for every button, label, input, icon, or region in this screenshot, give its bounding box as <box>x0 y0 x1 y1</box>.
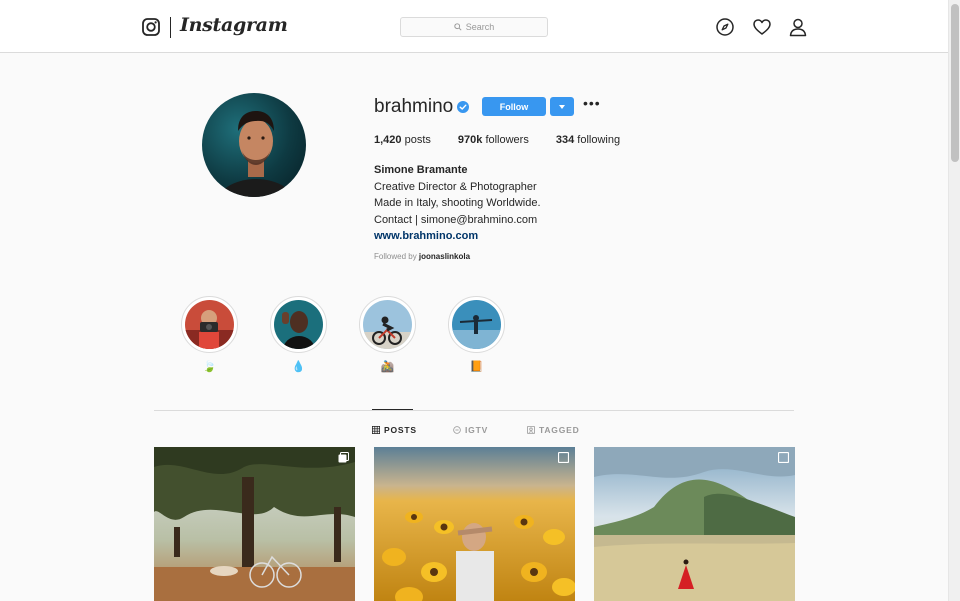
bio-line: Contact | simone@brahmino.com <box>374 213 538 226</box>
post-thumbnail[interactable] <box>594 447 795 601</box>
story-highlight[interactable]: 🚵 <box>359 296 416 373</box>
highlight-emoji: 🍃 <box>202 361 217 373</box>
search-placeholder: Search <box>465 22 495 32</box>
search-icon <box>454 23 462 31</box>
active-tab-indicator <box>372 409 413 410</box>
logo-divider <box>170 17 171 38</box>
highlight-ring <box>181 296 238 353</box>
followed-by-text[interactable]: Followed by joonaslinkola <box>374 252 470 261</box>
followers-label: followers <box>485 134 529 146</box>
chevron-down-icon <box>559 104 565 109</box>
highlight-cover-image <box>363 300 412 349</box>
scrollbar-thumb[interactable] <box>951 4 959 162</box>
more-options-icon[interactable]: ••• <box>583 96 600 111</box>
post-image <box>374 447 575 601</box>
highlight-ring <box>359 296 416 353</box>
user-icon[interactable] <box>788 17 808 37</box>
profile-full-name: Simone Bramante <box>374 164 468 176</box>
profile-website-link[interactable]: www.brahmino.com <box>374 228 541 245</box>
tab-posts[interactable]: POSTS <box>372 425 417 435</box>
grid-icon <box>372 426 380 434</box>
posts-value: 1,420 <box>374 134 402 146</box>
highlight-emoji: 📙 <box>469 361 484 373</box>
post-image <box>594 447 795 601</box>
post-thumbnail[interactable] <box>154 447 355 601</box>
highlight-cover-image <box>274 300 323 349</box>
multiple-photos-icon <box>558 452 569 463</box>
igtv-icon <box>453 426 461 434</box>
tabs-divider <box>154 410 794 411</box>
profile-username: brahmino <box>374 96 454 117</box>
tab-igtv[interactable]: IGTV <box>453 425 488 435</box>
top-nav-bar: Instagram Search <box>0 0 948 53</box>
compass-icon[interactable] <box>715 17 735 37</box>
search-input[interactable]: Search <box>400 17 548 37</box>
suggestions-dropdown-button[interactable] <box>550 97 574 116</box>
story-highlight[interactable]: 📙 <box>448 296 505 373</box>
tagged-person-icon <box>527 426 535 434</box>
page-scrollbar[interactable] <box>948 0 960 601</box>
bio-line: Creative Director & Photographer <box>374 180 537 193</box>
highlight-ring <box>270 296 327 353</box>
following-count[interactable]: 334 following <box>556 134 620 146</box>
post-thumbnail[interactable] <box>374 447 575 601</box>
following-value: 334 <box>555 134 575 146</box>
post-image <box>154 447 355 601</box>
posts-count: 1,420 posts <box>374 134 431 146</box>
posts-label: posts <box>404 134 431 146</box>
instagram-glyph-icon[interactable] <box>142 18 160 36</box>
tab-tagged[interactable]: TAGGED <box>527 425 580 435</box>
highlight-emoji: 🚵 <box>380 361 395 373</box>
tab-label: IGTV <box>465 425 489 435</box>
highlight-cover-image <box>185 300 234 349</box>
profile-stats: 1,420 posts 970k followers 334 following <box>374 134 620 146</box>
followed-by-user: joonaslinkola <box>418 252 471 261</box>
instagram-wordmark[interactable]: Instagram <box>180 14 288 36</box>
profile-bio: Simone Bramante Creative Director & Phot… <box>374 162 541 245</box>
tab-label: TAGGED <box>539 425 580 435</box>
story-highlight[interactable]: 💧 <box>270 296 327 373</box>
highlight-emoji: 💧 <box>291 361 306 373</box>
followers-value: 970k <box>457 134 483 146</box>
highlight-ring <box>448 296 505 353</box>
following-label: following <box>577 134 621 146</box>
followed-by-prefix: Followed by <box>374 252 417 261</box>
profile-avatar[interactable] <box>202 93 306 197</box>
multiple-photos-icon <box>338 452 349 463</box>
followers-count[interactable]: 970k followers <box>458 134 529 146</box>
multiple-photos-icon <box>778 452 789 463</box>
bio-line: Made in Italy, shooting Worldwide. <box>374 197 541 209</box>
tab-label: POSTS <box>384 425 417 435</box>
highlight-cover-image <box>452 300 501 349</box>
heart-icon[interactable] <box>752 17 772 37</box>
verified-badge-icon <box>457 100 469 113</box>
story-highlight[interactable]: 🍃 <box>181 296 238 373</box>
follow-button[interactable]: Follow <box>482 97 546 116</box>
